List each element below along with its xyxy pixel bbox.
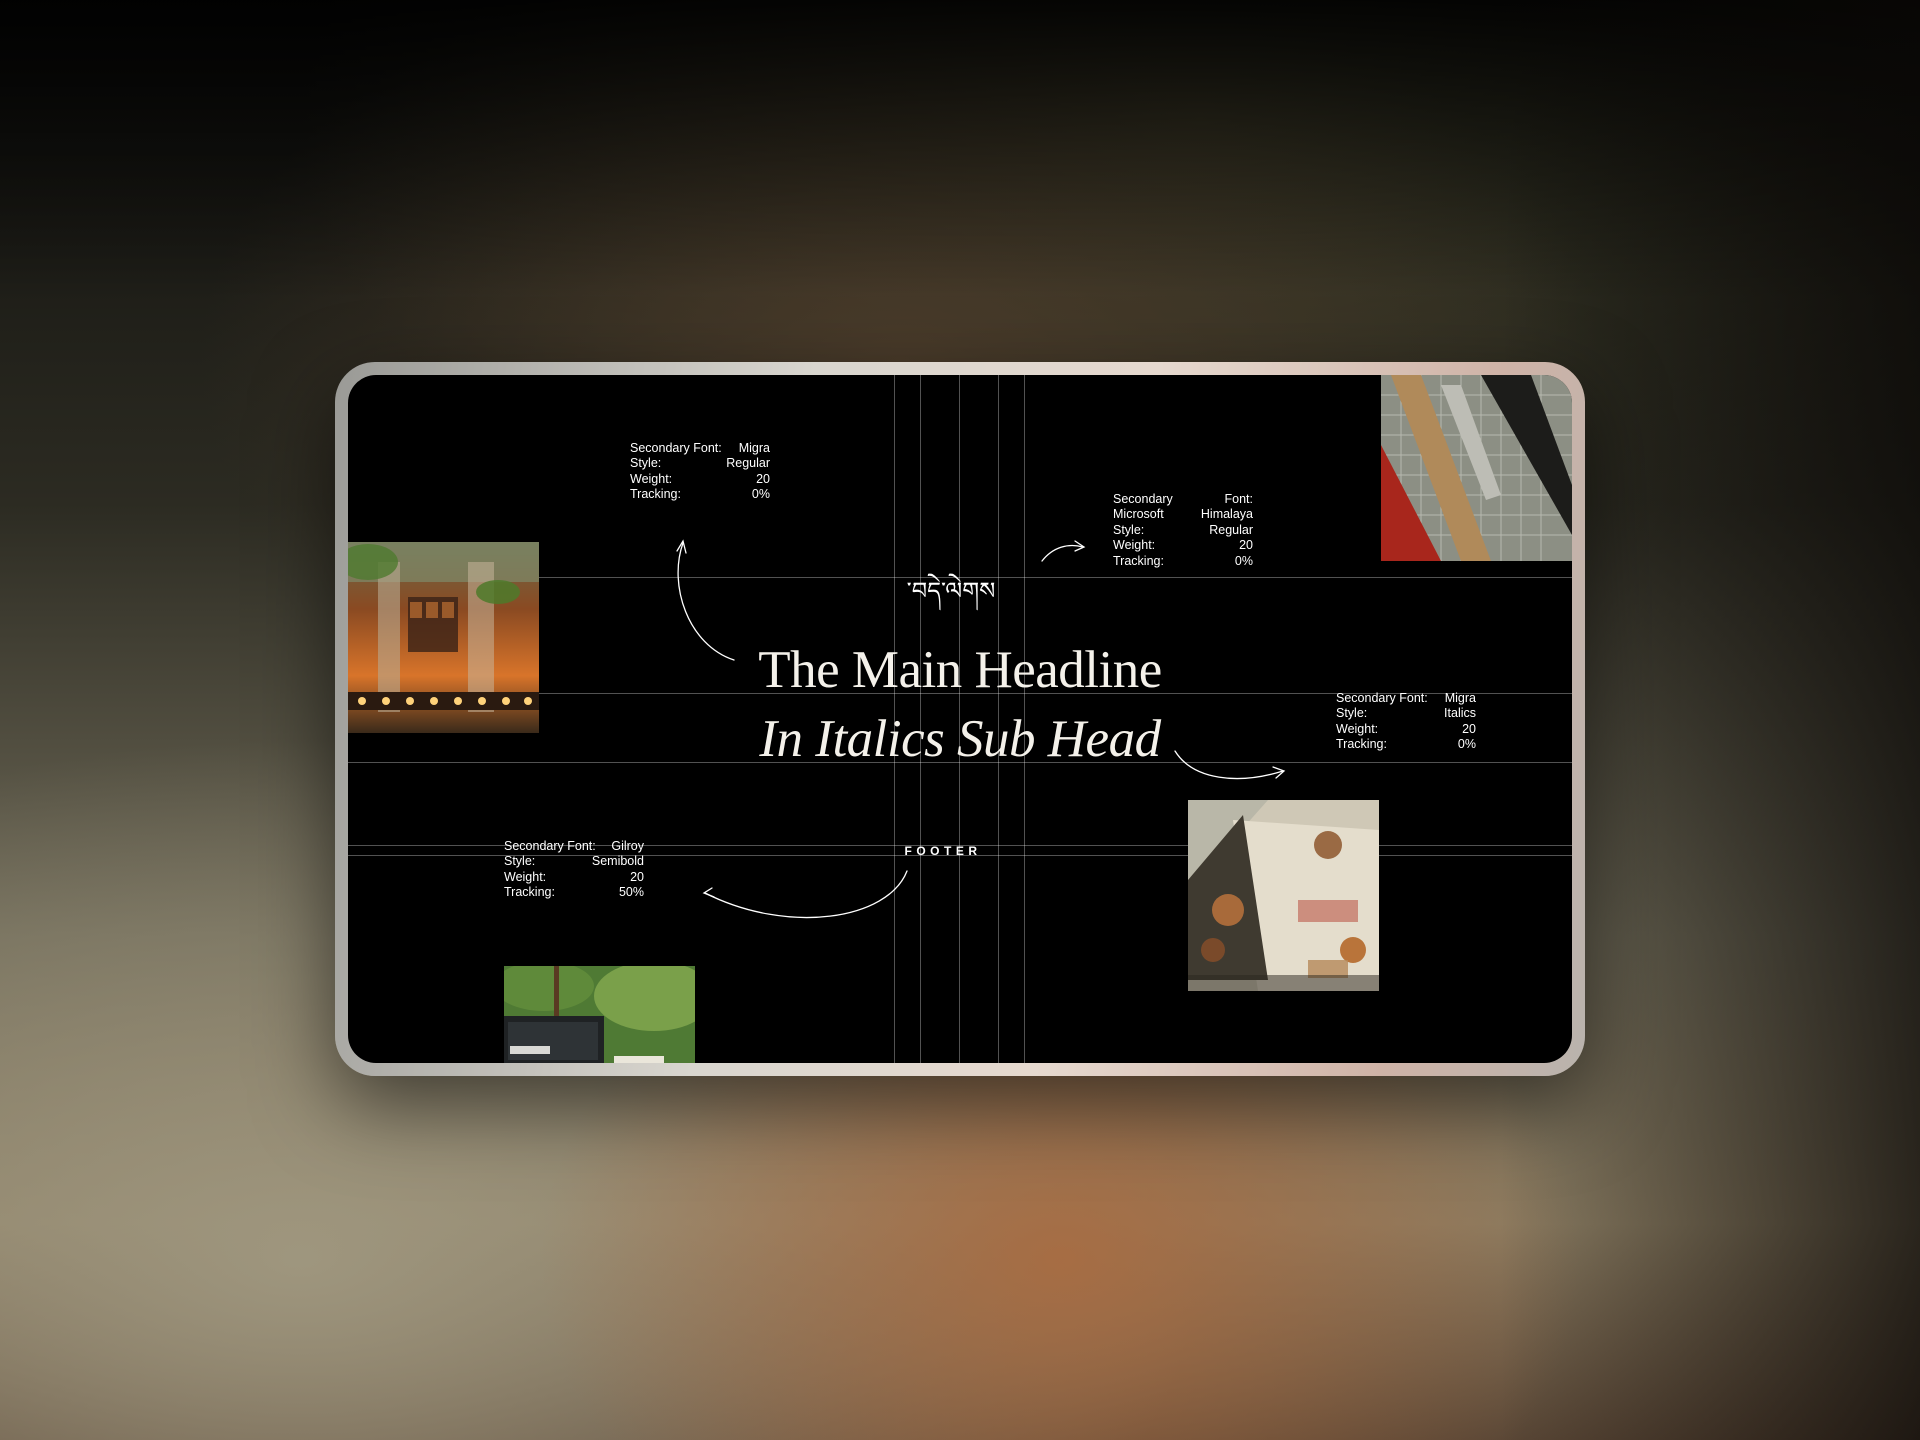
arrow-to-migra-italics bbox=[1174, 750, 1284, 780]
annotation-arrows bbox=[676, 539, 1286, 919]
design-canvas: Secondary Font: Migra Style: Regular Weigh… bbox=[348, 375, 1572, 1063]
arrow-to-gilroy bbox=[704, 870, 908, 919]
arrow-to-himalaya bbox=[1041, 544, 1084, 562]
tablet-device-frame: Secondary Font: Migra Style: Regular Weigh… bbox=[335, 362, 1585, 1076]
arrow-head-icon bbox=[702, 887, 715, 898]
arrow-to-migra-regular bbox=[677, 542, 735, 661]
